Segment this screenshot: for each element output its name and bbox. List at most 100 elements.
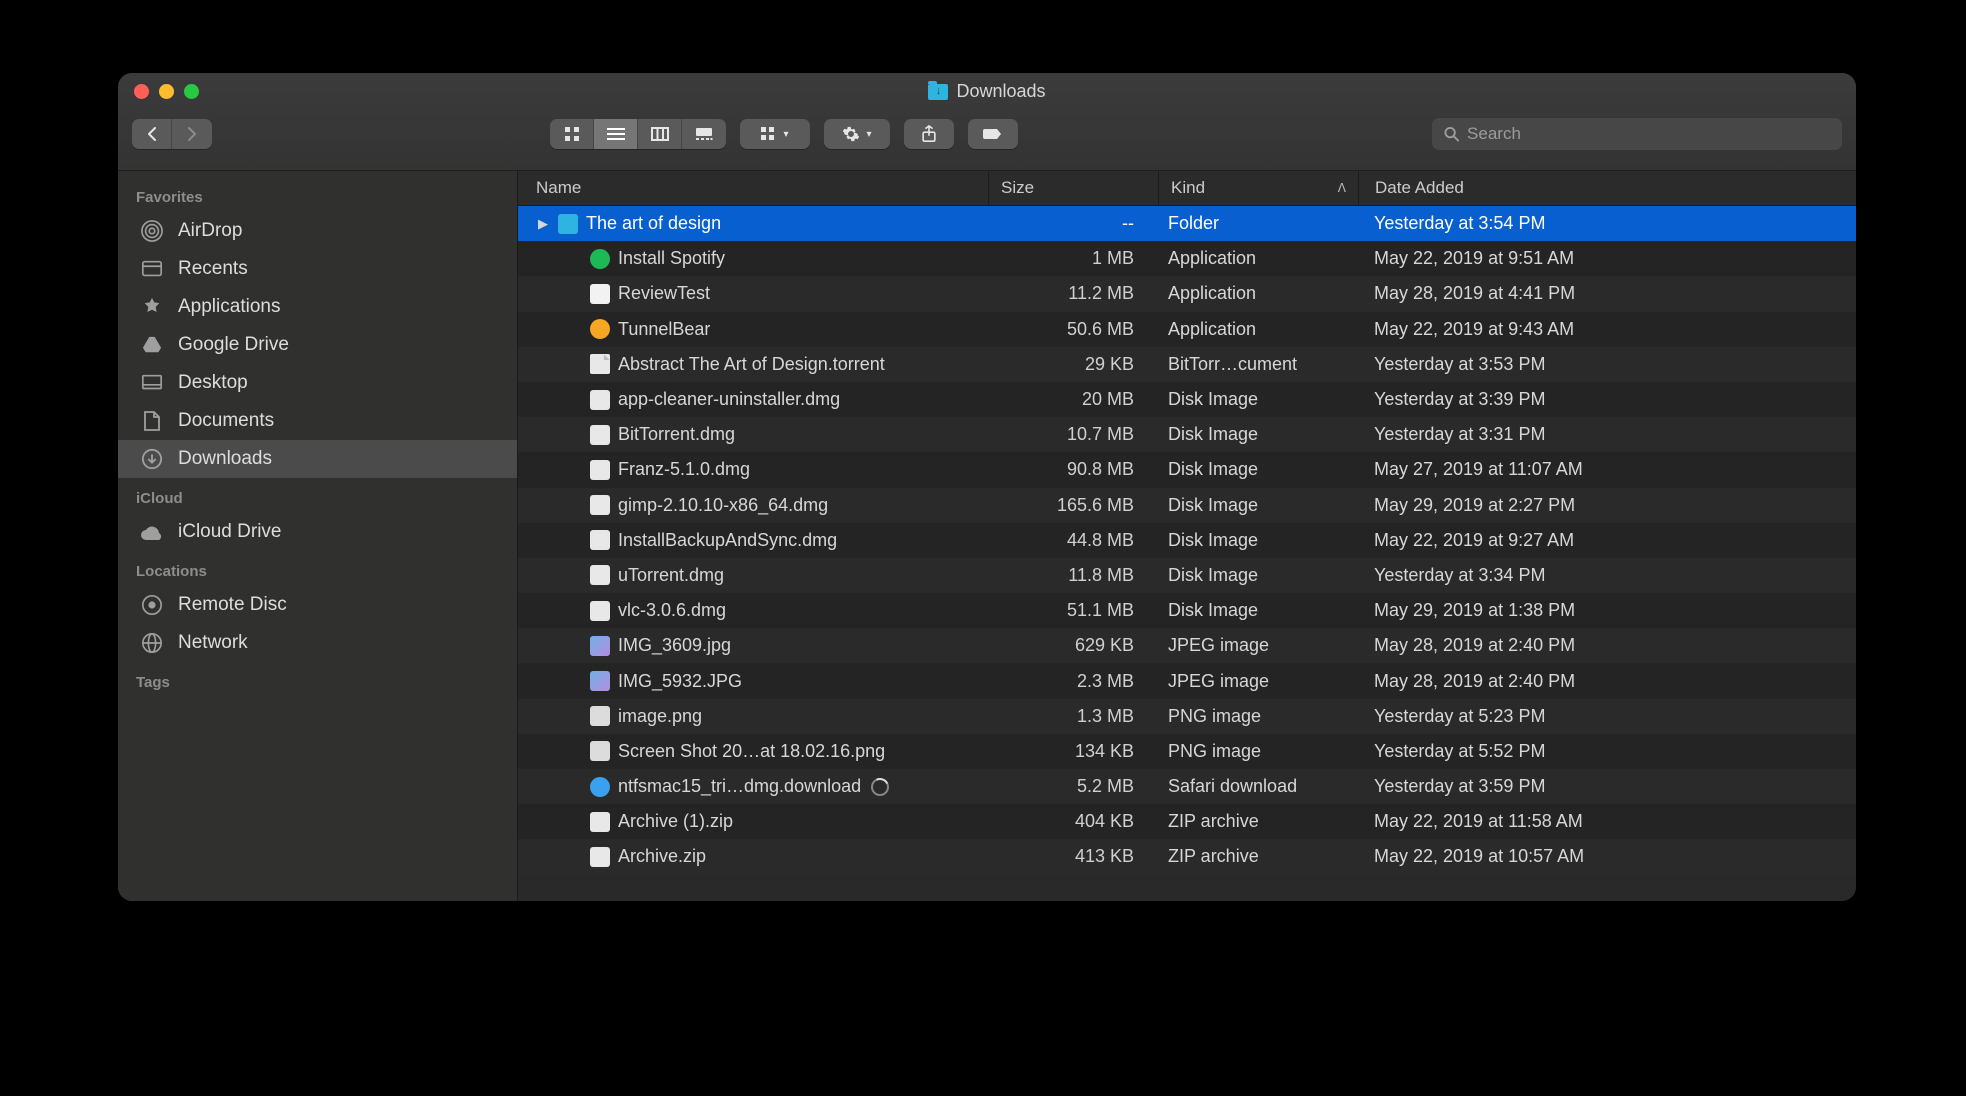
file-row[interactable]: ▶ Archive.zip 413 KB ZIP archive May 22,…: [518, 839, 1856, 874]
forward-button[interactable]: [172, 119, 212, 149]
file-name: The art of design: [586, 213, 721, 234]
file-date: May 22, 2019 at 11:58 AM: [1358, 811, 1856, 832]
window-title-label: Downloads: [956, 81, 1045, 102]
file-date: May 22, 2019 at 10:57 AM: [1358, 846, 1856, 867]
sidebar-item-label: Documents: [178, 410, 274, 432]
list-view-button[interactable]: [594, 119, 638, 149]
column-date[interactable]: Date Added: [1358, 171, 1856, 205]
column-size[interactable]: Size: [988, 171, 1158, 205]
sidebar-item-applications[interactable]: Applications: [118, 288, 517, 326]
sidebar-item-label: Remote Disc: [178, 594, 287, 616]
sidebar-item-google-drive[interactable]: Google Drive: [118, 326, 517, 364]
sidebar-item-airdrop[interactable]: AirDrop: [118, 212, 517, 250]
file-row[interactable]: ▶ Abstract The Art of Design.torrent 29 …: [518, 347, 1856, 382]
app-icon: [590, 284, 610, 304]
search-icon: [1444, 126, 1459, 142]
nav-buttons: [132, 119, 212, 149]
sidebar-item-label: Google Drive: [178, 334, 289, 356]
sidebar-item-icloud-drive[interactable]: iCloud Drive: [118, 513, 517, 551]
column-kind-label: Kind: [1171, 178, 1205, 198]
file-row[interactable]: ▶ Install Spotify 1 MB Application May 2…: [518, 241, 1856, 276]
file-row[interactable]: ▶ BitTorrent.dmg 10.7 MB Disk Image Yest…: [518, 417, 1856, 452]
file-kind: JPEG image: [1158, 635, 1358, 656]
file-name: uTorrent.dmg: [618, 565, 724, 586]
column-name[interactable]: Name: [518, 178, 988, 198]
file-date: May 29, 2019 at 1:38 PM: [1358, 600, 1856, 621]
file-date: May 22, 2019 at 9:43 AM: [1358, 319, 1856, 340]
file-row[interactable]: ▶ uTorrent.dmg 11.8 MB Disk Image Yester…: [518, 558, 1856, 593]
gallery-view-button[interactable]: [682, 119, 726, 149]
file-kind: BitTorr…cument: [1158, 354, 1358, 375]
column-headers: Name Size Kind ᐱ Date Added: [518, 171, 1856, 206]
file-kind: Application: [1158, 248, 1358, 269]
tags-button[interactable]: [968, 119, 1018, 149]
column-view-button[interactable]: [638, 119, 682, 149]
file-row[interactable]: ▶ ReviewTest 11.2 MB Application May 28,…: [518, 276, 1856, 311]
file-kind: Disk Image: [1158, 495, 1358, 516]
file-size: 2.3 MB: [988, 671, 1158, 692]
disclosure-triangle-icon[interactable]: ▶: [536, 216, 550, 232]
file-row[interactable]: ▶ Screen Shot 20…at 18.02.16.png 134 KB …: [518, 734, 1856, 769]
sidebar[interactable]: FavoritesAirDropRecentsApplicationsGoogl…: [118, 171, 518, 901]
file-kind: JPEG image: [1158, 671, 1358, 692]
sidebar-item-label: Recents: [178, 258, 248, 280]
file-row[interactable]: ▶ app-cleaner-uninstaller.dmg 20 MB Disk…: [518, 382, 1856, 417]
file-date: May 28, 2019 at 2:40 PM: [1358, 635, 1856, 656]
img-icon: [590, 671, 610, 691]
file-name: TunnelBear: [618, 319, 710, 340]
sidebar-item-recents[interactable]: Recents: [118, 250, 517, 288]
file-row[interactable]: ▶ IMG_5932.JPG 2.3 MB JPEG image May 28,…: [518, 663, 1856, 698]
sidebar-item-remote-disc[interactable]: Remote Disc: [118, 586, 517, 624]
doc-icon: [590, 354, 610, 374]
file-row[interactable]: ▶ Franz-5.1.0.dmg 90.8 MB Disk Image May…: [518, 452, 1856, 487]
sidebar-item-desktop[interactable]: Desktop: [118, 364, 517, 402]
file-date: Yesterday at 3:39 PM: [1358, 389, 1856, 410]
file-name: ReviewTest: [618, 283, 710, 304]
sidebar-item-network[interactable]: Network: [118, 624, 517, 662]
recents-icon: [140, 257, 164, 281]
file-row[interactable]: ▶ InstallBackupAndSync.dmg 44.8 MB Disk …: [518, 523, 1856, 558]
search-input[interactable]: [1467, 124, 1830, 144]
sidebar-heading: Tags: [118, 662, 517, 697]
share-button[interactable]: [904, 119, 954, 149]
action-button[interactable]: ▾: [824, 119, 890, 149]
dmg-icon: [590, 460, 610, 480]
file-kind: Disk Image: [1158, 459, 1358, 480]
file-kind: Safari download: [1158, 776, 1358, 797]
arrange-button[interactable]: ▾: [740, 119, 810, 149]
downloads-folder-icon: [928, 84, 948, 100]
file-size: 5.2 MB: [988, 776, 1158, 797]
file-size: --: [988, 213, 1158, 234]
file-size: 29 KB: [988, 354, 1158, 375]
tunnel-icon: [590, 319, 610, 339]
file-size: 165.6 MB: [988, 495, 1158, 516]
file-row[interactable]: ▶ TunnelBear 50.6 MB Application May 22,…: [518, 312, 1856, 347]
sidebar-item-downloads[interactable]: Downloads: [118, 440, 517, 478]
back-button[interactable]: [132, 119, 172, 149]
file-row[interactable]: ▶ Archive (1).zip 404 KB ZIP archive May…: [518, 804, 1856, 839]
file-row[interactable]: ▶ ntfsmac15_tri…dmg.download 5.2 MB Safa…: [518, 769, 1856, 804]
file-size: 11.8 MB: [988, 565, 1158, 586]
file-row[interactable]: ▶ The art of design -- Folder Yesterday …: [518, 206, 1856, 241]
sidebar-item-documents[interactable]: Documents: [118, 402, 517, 440]
file-row[interactable]: ▶ vlc-3.0.6.dmg 51.1 MB Disk Image May 2…: [518, 593, 1856, 628]
file-name: Abstract The Art of Design.torrent: [618, 354, 885, 375]
dmg-icon: [590, 390, 610, 410]
file-date: May 22, 2019 at 9:51 AM: [1358, 248, 1856, 269]
file-name: Screen Shot 20…at 18.02.16.png: [618, 741, 885, 762]
file-size: 413 KB: [988, 846, 1158, 867]
file-row[interactable]: ▶ IMG_3609.jpg 629 KB JPEG image May 28,…: [518, 628, 1856, 663]
search-field[interactable]: [1432, 118, 1842, 150]
dl-icon: [590, 777, 610, 797]
file-date: May 22, 2019 at 9:27 AM: [1358, 530, 1856, 551]
file-row[interactable]: ▶ gimp-2.10.10-x86_64.dmg 165.6 MB Disk …: [518, 488, 1856, 523]
column-kind[interactable]: Kind ᐱ: [1158, 171, 1358, 205]
file-row[interactable]: ▶ image.png 1.3 MB PNG image Yesterday a…: [518, 699, 1856, 734]
zip-icon: [590, 847, 610, 867]
airdrop-icon: [140, 219, 164, 243]
download-progress-icon: [871, 778, 889, 796]
img-icon: [590, 636, 610, 656]
dmg-icon: [590, 601, 610, 621]
file-rows[interactable]: ▶ The art of design -- Folder Yesterday …: [518, 206, 1856, 901]
icon-view-button[interactable]: [550, 119, 594, 149]
